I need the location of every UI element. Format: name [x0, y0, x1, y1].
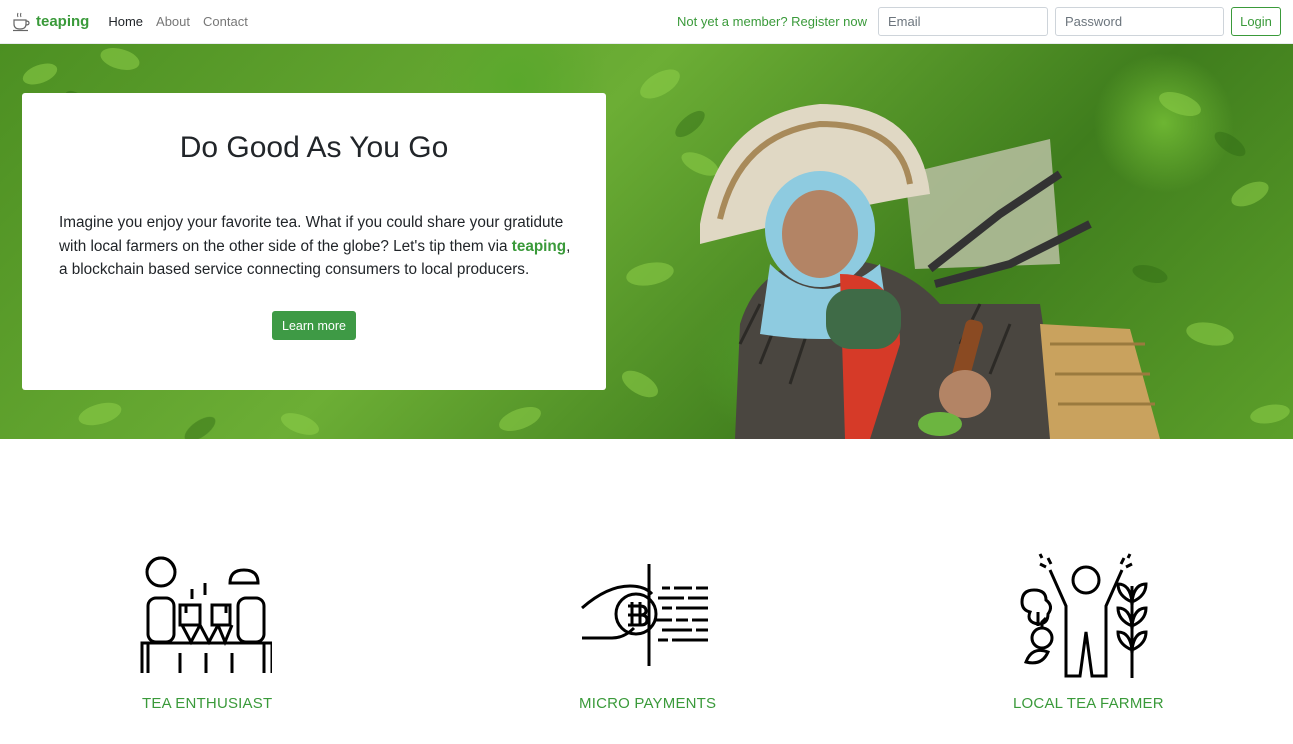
hero-title: Do Good As You Go — [179, 131, 449, 164]
password-field[interactable] — [1055, 7, 1224, 36]
farmer-photo-figure — [700, 104, 1160, 439]
register-link[interactable]: Not yet a member? Register now — [677, 14, 867, 29]
brand[interactable]: teaping — [12, 12, 89, 32]
feature-local-tea-farmer — [1020, 550, 1152, 680]
hero-banner: Do Good As You Go Imagine you enjoy your… — [0, 44, 1293, 439]
hero-card: Do Good As You Go Imagine you enjoy your… — [22, 93, 606, 390]
bitcoin-payment-icon — [581, 564, 708, 666]
learn-more-button[interactable]: Learn more — [272, 311, 356, 340]
teacup-logo-icon — [13, 12, 30, 31]
hero-description: Imagine you enjoy your favorite tea. Wha… — [59, 211, 571, 282]
nav-links: Home About Contact — [108, 14, 260, 29]
feature-label-tea-enthusiast: TEA ENTHUSIAST — [142, 695, 273, 712]
hero-text-part: Imagine you enjoy your favorite tea. Wha… — [59, 214, 564, 255]
navbar: teaping Home About Contact Not yet a mem… — [0, 0, 1293, 44]
tea-enthusiasts-icon — [140, 556, 272, 673]
feature-label-local-tea-farmer: LOCAL TEA FARMER — [1013, 695, 1164, 712]
email-field[interactable] — [878, 7, 1048, 36]
feature-tea-enthusiast — [140, 553, 272, 675]
hero-brand-link[interactable]: teaping — [512, 238, 566, 255]
nav-home-link[interactable]: Home — [108, 14, 143, 29]
brand-name: teaping — [36, 13, 90, 30]
farmer-icon — [1020, 553, 1148, 678]
nav-about-link[interactable]: About — [156, 14, 190, 29]
feature-micro-payments — [580, 564, 712, 666]
login-button[interactable]: Login — [1231, 7, 1281, 36]
feature-label-micro-payments: MICRO PAYMENTS — [579, 695, 717, 712]
nav-contact-link[interactable]: Contact — [203, 14, 248, 29]
